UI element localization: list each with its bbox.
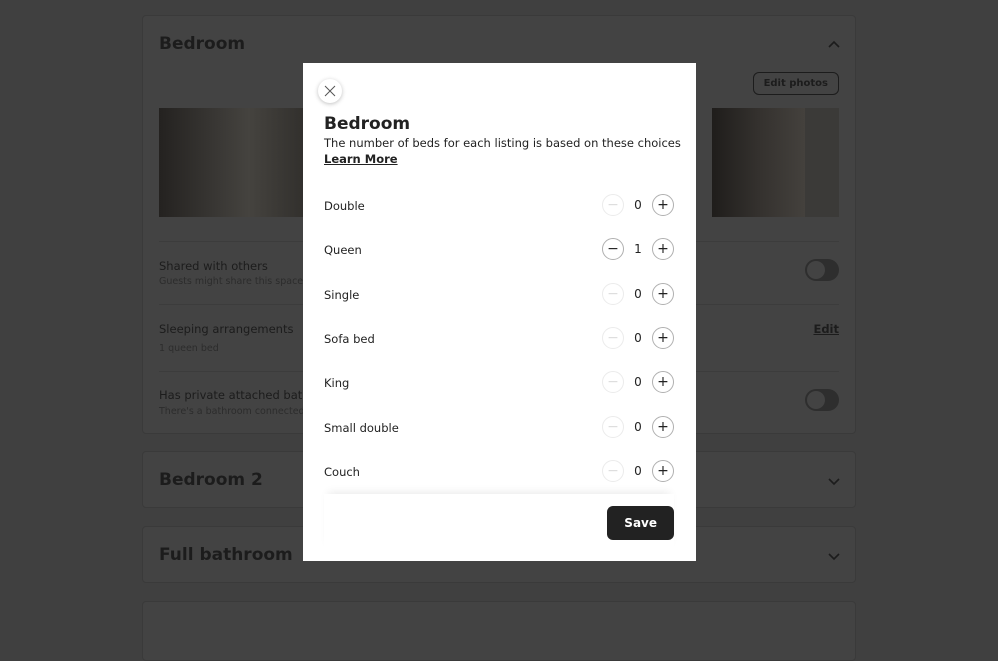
plus-icon: + [657,462,669,479]
bed-row: Queen − 1 + [324,238,674,262]
bed-count: 1 [634,242,642,257]
quantity-stepper: − 0 + [602,415,674,438]
bed-row: Small double − 0 + [324,415,674,440]
bed-count: 0 [634,198,642,212]
bed-label: Double [324,199,365,213]
bed-row: Sofa bed − 0 + [324,326,674,351]
learn-more-link[interactable]: Learn More [324,152,398,166]
bed-row: Single − 0 + [324,282,674,307]
plus-icon: + [657,374,669,391]
save-button[interactable]: Save [607,506,674,540]
row-subtitle: There's a bathroom connected t [159,406,312,417]
increment-button[interactable]: + [652,415,674,438]
bed-count: 0 [634,463,642,478]
row-title: Sleeping arrangements [159,322,294,336]
bathroom-toggle[interactable] [805,389,839,411]
row-title: Has private attached bathro [159,388,322,402]
minus-icon: − [607,374,619,391]
bed-label: Small double [324,420,399,435]
bed-row: King − 0 + [324,371,674,395]
minus-icon: − [607,285,619,302]
section-title: Bedroom [159,34,246,54]
edit-link[interactable]: Edit [813,322,839,336]
row-title: Shared with others [159,259,268,273]
bed-count: 0 [634,330,642,345]
bedroom-photo[interactable] [712,108,805,217]
bedroom-photo[interactable] [159,108,309,217]
close-icon [324,85,336,97]
plus-icon: + [657,329,669,346]
bed-label: Queen [324,243,362,258]
modal-subtitle: The number of beds for each listing is b… [324,136,681,150]
quantity-stepper: − 0 + [602,371,674,394]
bed-label: Single [324,287,360,302]
minus-icon: − [607,418,619,435]
decrement-button[interactable]: − [602,194,624,216]
bed-row: Double − 0 + [324,194,674,218]
quantity-stepper: − 1 + [602,238,674,261]
increment-button[interactable]: + [652,459,674,482]
bed-count: 0 [634,419,642,434]
bed-count: 0 [634,286,642,301]
decrement-button[interactable]: − [602,238,624,261]
row-subtitle: 1 queen bed [159,343,219,354]
bed-label: Sofa bed [324,331,375,346]
row-subtitle: Guests might share this space w [159,276,314,287]
plus-icon: + [657,418,669,435]
quantity-stepper: − 0 + [602,459,674,482]
shared-toggle[interactable] [805,259,839,281]
close-button[interactable] [318,79,342,103]
minus-icon: − [607,197,619,213]
chevron-up-icon[interactable] [827,38,841,52]
decrement-button[interactable]: − [602,415,624,438]
decrement-button[interactable]: − [602,282,624,305]
bed-label: Couch [324,464,360,479]
decrement-button[interactable]: − [602,326,624,349]
modal-footer: Save [324,494,674,554]
decrement-button[interactable]: − [602,371,624,394]
quantity-stepper: − 0 + [602,194,674,216]
plus-icon: + [657,285,669,302]
increment-button[interactable]: + [652,194,674,216]
decrement-button[interactable]: − [602,459,624,482]
chevron-down-icon[interactable] [827,474,841,488]
increment-button[interactable]: + [652,326,674,349]
minus-icon: − [607,462,619,479]
section-title: Bedroom 2 [159,470,263,490]
quantity-stepper: − 0 + [602,326,674,349]
increment-button[interactable]: + [652,371,674,394]
minus-icon: − [607,241,619,258]
plus-icon: + [657,197,669,213]
modal-title: Bedroom [324,114,411,134]
section-title: Full bathroom [159,545,293,565]
bed-label: King [324,376,350,391]
quantity-stepper: − 0 + [602,282,674,305]
increment-button[interactable]: + [652,238,674,261]
edit-photos-button[interactable]: Edit photos [752,72,839,95]
bed-count: 0 [634,375,642,390]
chevron-down-icon[interactable] [827,549,841,563]
bedroom-modal: Bedroom The number of beds for each list… [303,63,696,561]
plus-icon: + [657,241,669,258]
bed-row: Couch − 0 + [324,459,674,484]
minus-icon: − [607,329,619,346]
next-section-card[interactable] [142,601,856,661]
bedroom-photo[interactable] [805,108,839,217]
increment-button[interactable]: + [652,282,674,305]
